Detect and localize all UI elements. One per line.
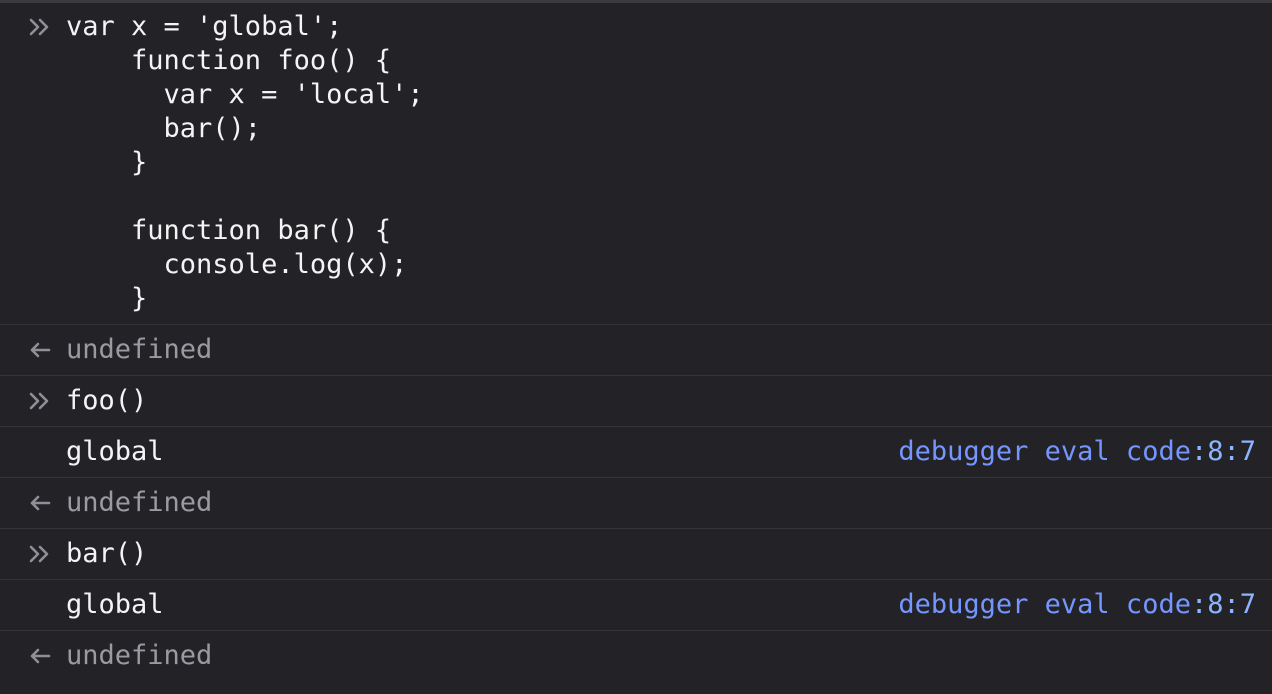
code-text: var x = 'global'; [66, 11, 343, 42]
source-line-col[interactable]: :8:7 [1191, 589, 1256, 620]
code-line: var x = 'local'; [0, 78, 1272, 112]
code-line: } [0, 282, 1272, 316]
console-result-entry[interactable]: undefined [0, 325, 1272, 376]
log-message: global [66, 589, 164, 620]
code-text: foo() [66, 385, 148, 416]
code-text: var x = 'local'; [66, 79, 424, 110]
source-name[interactable]: debugger eval code [898, 436, 1191, 467]
result-line: undefined [0, 333, 1272, 367]
code-line: function foo() { [0, 44, 1272, 78]
result-value: undefined [66, 487, 213, 518]
console-output[interactable]: var x = 'global'; function foo() { var x… [0, 10, 1272, 681]
code-text: function bar() { [66, 215, 392, 246]
log-message: global [66, 436, 164, 467]
result-line: undefined [0, 486, 1272, 520]
log-line: global debugger eval code:8:7 [0, 435, 1272, 469]
console-input-entry[interactable]: foo() [0, 376, 1272, 427]
code-line: bar() [0, 537, 1272, 571]
code-text: } [66, 283, 148, 314]
code-line: } [0, 146, 1272, 180]
result-value: undefined [66, 334, 213, 365]
code-line: foo() [0, 384, 1272, 418]
code-text: } [66, 147, 148, 178]
code-line: function bar() { [0, 214, 1272, 248]
code-text: bar(); [66, 113, 262, 144]
code-text: function foo() { [66, 45, 392, 76]
code-line: var x = 'global'; [0, 10, 1272, 44]
console-result-entry[interactable]: undefined [0, 631, 1272, 681]
log-source-link[interactable]: debugger eval code:8:7 [898, 435, 1256, 469]
log-source-link[interactable]: debugger eval code:8:7 [898, 588, 1256, 622]
code-line: console.log(x); [0, 248, 1272, 282]
input-prompt-icon [28, 10, 58, 44]
result-value: undefined [66, 640, 213, 671]
input-prompt-icon [28, 384, 58, 418]
input-prompt-icon [28, 537, 58, 571]
code-line: bar(); [0, 112, 1272, 146]
result-arrow-icon [28, 333, 58, 367]
code-text: bar() [66, 538, 148, 569]
result-arrow-icon [28, 486, 58, 520]
console-result-entry[interactable]: undefined [0, 478, 1272, 529]
result-arrow-icon [28, 639, 58, 673]
result-line: undefined [0, 639, 1272, 673]
source-name[interactable]: debugger eval code [898, 589, 1191, 620]
log-line: global debugger eval code:8:7 [0, 588, 1272, 622]
code-text: console.log(x); [66, 249, 408, 280]
console-log-entry[interactable]: global debugger eval code:8:7 [0, 427, 1272, 478]
console-input-entry[interactable]: var x = 'global'; function foo() { var x… [0, 10, 1272, 325]
console-log-entry[interactable]: global debugger eval code:8:7 [0, 580, 1272, 631]
top-border [0, 0, 1272, 3]
console-input-entry[interactable]: bar() [0, 529, 1272, 580]
source-line-col[interactable]: :8:7 [1191, 436, 1256, 467]
